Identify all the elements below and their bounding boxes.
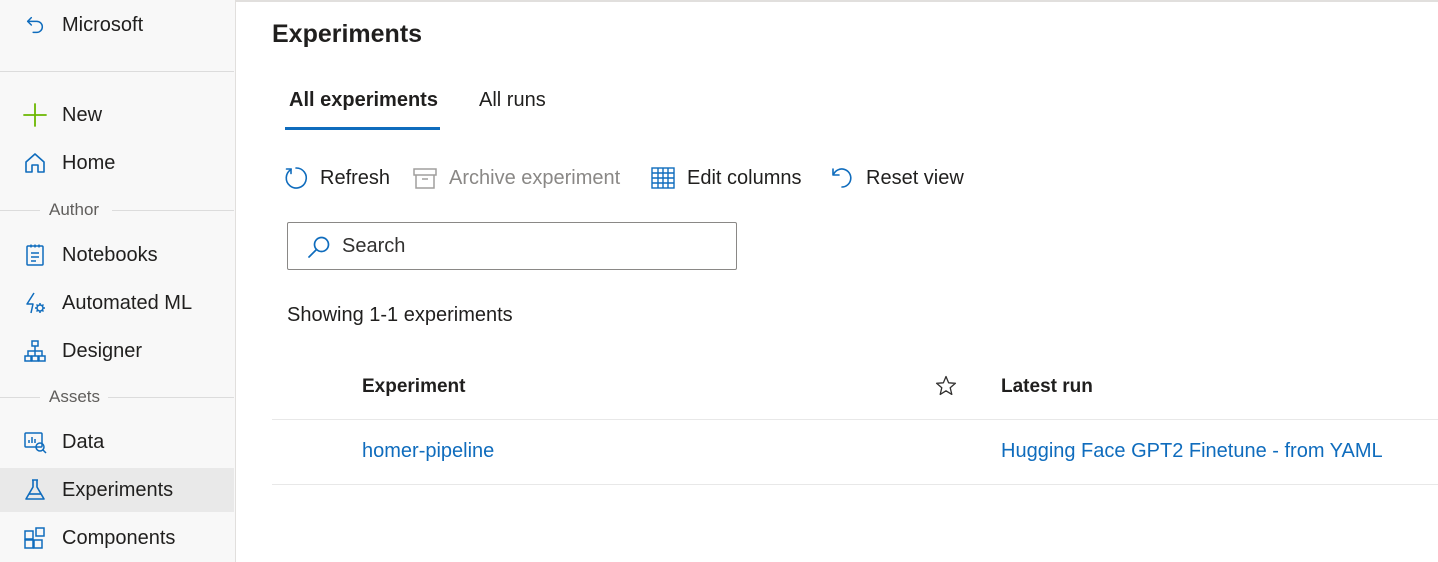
sidebar-item-automated-ml[interactable]: Automated ML: [0, 281, 234, 325]
workspace-label: Microsoft: [62, 13, 144, 36]
tab-active-indicator: [285, 127, 440, 130]
column-header-experiment[interactable]: Experiment: [362, 376, 465, 398]
tab-all-experiments[interactable]: All experiments: [285, 86, 440, 130]
section-line: [108, 397, 234, 398]
search-input[interactable]: [342, 231, 722, 261]
reset-view-label: Reset view: [866, 166, 964, 189]
search-box[interactable]: [287, 222, 737, 270]
archive-experiment-button[interactable]: Archive experiment: [411, 160, 620, 196]
sidebar-item-designer[interactable]: Designer: [0, 329, 234, 373]
section-line: [0, 210, 40, 211]
sidebar-item-label: Data: [62, 430, 105, 453]
undo-icon: [828, 164, 856, 192]
home-icon: [22, 150, 48, 176]
archive-icon: [411, 164, 439, 192]
search-icon: [306, 234, 332, 260]
sidebar-item-notebooks[interactable]: Notebooks: [0, 233, 234, 277]
edit-columns-label: Edit columns: [687, 166, 802, 189]
sidebar-item-home[interactable]: Home: [0, 141, 234, 185]
section-label: Author: [49, 200, 100, 219]
back-arrow-icon: [22, 12, 48, 38]
workspace-back-button[interactable]: Microsoft: [0, 3, 234, 47]
section-line: [112, 210, 234, 211]
table-columns-icon: [649, 164, 677, 192]
sidebar-item-label: Automated ML: [62, 291, 193, 314]
flask-icon: [22, 477, 48, 503]
designer-icon: [22, 338, 48, 364]
app: Microsoft New Home Author Notebooks Auto…: [0, 0, 1438, 562]
section-line: [0, 397, 40, 398]
results-count: Showing 1-1 experiments: [287, 304, 513, 326]
tab-label: All runs: [479, 89, 546, 111]
sidebar-item-label: Notebooks: [62, 243, 158, 266]
notebook-icon: [22, 242, 48, 268]
data-icon: [22, 429, 48, 455]
page-title: Experiments: [272, 20, 423, 48]
section-label: Assets: [49, 387, 101, 406]
reset-view-button[interactable]: Reset view: [828, 160, 964, 196]
components-icon: [22, 525, 48, 551]
experiment-link[interactable]: homer-pipeline: [362, 440, 494, 463]
sidebar-divider: [0, 71, 234, 72]
tab-all-runs[interactable]: All runs: [479, 86, 559, 130]
edit-columns-button[interactable]: Edit columns: [649, 160, 802, 196]
table-header: Experiment Latest run: [272, 360, 1438, 420]
sidebar-item-experiments[interactable]: Experiments: [0, 468, 234, 512]
sidebar-item-label: Designer: [62, 339, 143, 362]
plus-icon: [22, 102, 48, 128]
column-header-latest-run[interactable]: Latest run: [1001, 376, 1093, 398]
main-content: Experiments All experiments All runs Ref…: [236, 0, 1438, 562]
sidebar-item-data[interactable]: Data: [0, 420, 234, 464]
sidebar-item-label: New: [62, 103, 103, 126]
tab-label: All experiments: [289, 89, 438, 111]
sidebar-item-components[interactable]: Components: [0, 516, 234, 560]
sidebar: Microsoft New Home Author Notebooks Auto…: [0, 0, 236, 562]
sidebar-item-label: Home: [62, 151, 116, 174]
latest-run-link[interactable]: Hugging Face GPT2 Finetune - from YAML: [1001, 440, 1383, 463]
sidebar-item-label: Experiments: [62, 478, 174, 501]
archive-experiment-label: Archive experiment: [449, 166, 621, 189]
sidebar-item-new[interactable]: New: [0, 93, 234, 137]
sidebar-item-label: Components: [62, 526, 176, 549]
refresh-label: Refresh: [320, 166, 391, 189]
refresh-button[interactable]: Refresh: [282, 160, 390, 196]
star-icon[interactable]: [934, 374, 958, 398]
sidebar-section-assets: Assets: [0, 385, 234, 409]
table-row: homer-pipeline Hugging Face GPT2 Finetun…: [272, 420, 1438, 485]
sidebar-section-author: Author: [0, 198, 234, 222]
automl-icon: [22, 290, 48, 316]
refresh-icon: [282, 164, 310, 192]
